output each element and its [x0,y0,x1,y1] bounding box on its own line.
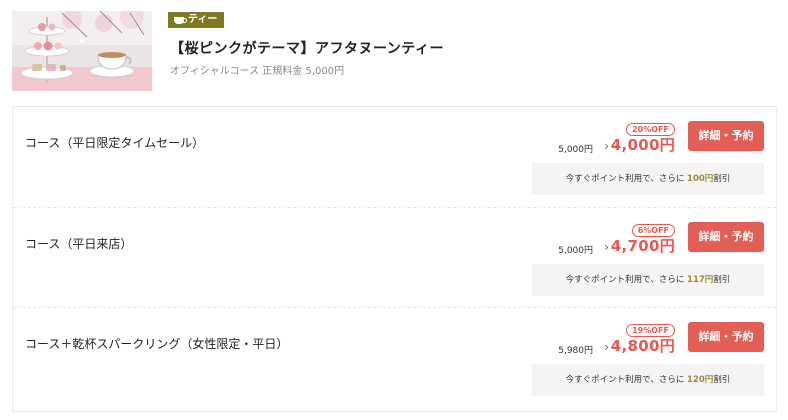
original-price: 5,000円 [558,145,593,155]
course-list: コース（平日限定タイムセール） 20%OFF 5,000円 › 4,000円 詳… [12,106,777,412]
points-note-suffix: 割引 [713,375,731,385]
points-note-suffix: 割引 [713,174,731,184]
points-discount-note: 今すぐポイント利用で、さらに 117円割引 [532,264,764,296]
course-row: コース（平日来店） 6%OFF 5,000円 › 4,700円 詳細・予約 今す… [13,207,776,307]
cup-icon [174,16,187,24]
plan-header: ティー 【桜ピンクがテーマ】アフタヌーンティー オフィシャルコース 正規料金 5… [0,0,788,100]
detail-reserve-button[interactable]: 詳細・予約 [688,222,764,252]
points-note-prefix: 今すぐポイント利用で、さらに [565,275,685,285]
afternoon-tea-photo-icon [12,11,152,91]
points-discount-note: 今すぐポイント利用で、さらに 120円割引 [532,364,764,396]
points-amount: 120円 [687,375,714,385]
original-price: 5,000円 [558,246,593,256]
course-name: コース（平日限定タイムセール） [25,136,205,150]
price-block: 6%OFF 5,000円 › 4,700円 [515,222,675,262]
price-block: 19%OFF 5,980円 › 4,800円 [515,322,675,362]
sale-price: 4,000円 [610,136,675,154]
points-amount: 100円 [687,174,714,184]
detail-reserve-button[interactable]: 詳細・予約 [688,121,764,151]
chevron-right-icon: › [604,139,609,153]
original-price: 5,980円 [558,346,593,356]
plan-subtitle: オフィシャルコース 正規料金 5,000円 [170,66,345,77]
chevron-right-icon: › [604,340,609,354]
course-name: コース＋乾杯スパークリング（女性限定・平日） [25,337,289,351]
sale-price: 4,800円 [610,337,675,355]
points-note-prefix: 今すぐポイント利用で、さらに [565,174,685,184]
category-tag: ティー [168,12,225,28]
course-name: コース（平日来店） [25,237,133,251]
category-tag-label: ティー [188,14,218,25]
points-amount: 117円 [687,275,714,285]
sale-price: 4,700円 [610,237,675,255]
chevron-right-icon: › [604,240,609,254]
points-note-suffix: 割引 [713,275,731,285]
detail-reserve-button[interactable]: 詳細・予約 [688,322,764,352]
plan-thumbnail[interactable] [12,11,152,91]
course-row: コース＋乾杯スパークリング（女性限定・平日） 19%OFF 5,980円 › 4… [13,307,776,407]
course-row: コース（平日限定タイムセール） 20%OFF 5,000円 › 4,000円 詳… [13,107,776,207]
plan-title[interactable]: 【桜ピンクがテーマ】アフタヌーンティー [170,38,444,58]
price-block: 20%OFF 5,000円 › 4,000円 [515,121,675,161]
points-discount-note: 今すぐポイント利用で、さらに 100円割引 [532,163,764,195]
points-note-prefix: 今すぐポイント利用で、さらに [565,375,685,385]
